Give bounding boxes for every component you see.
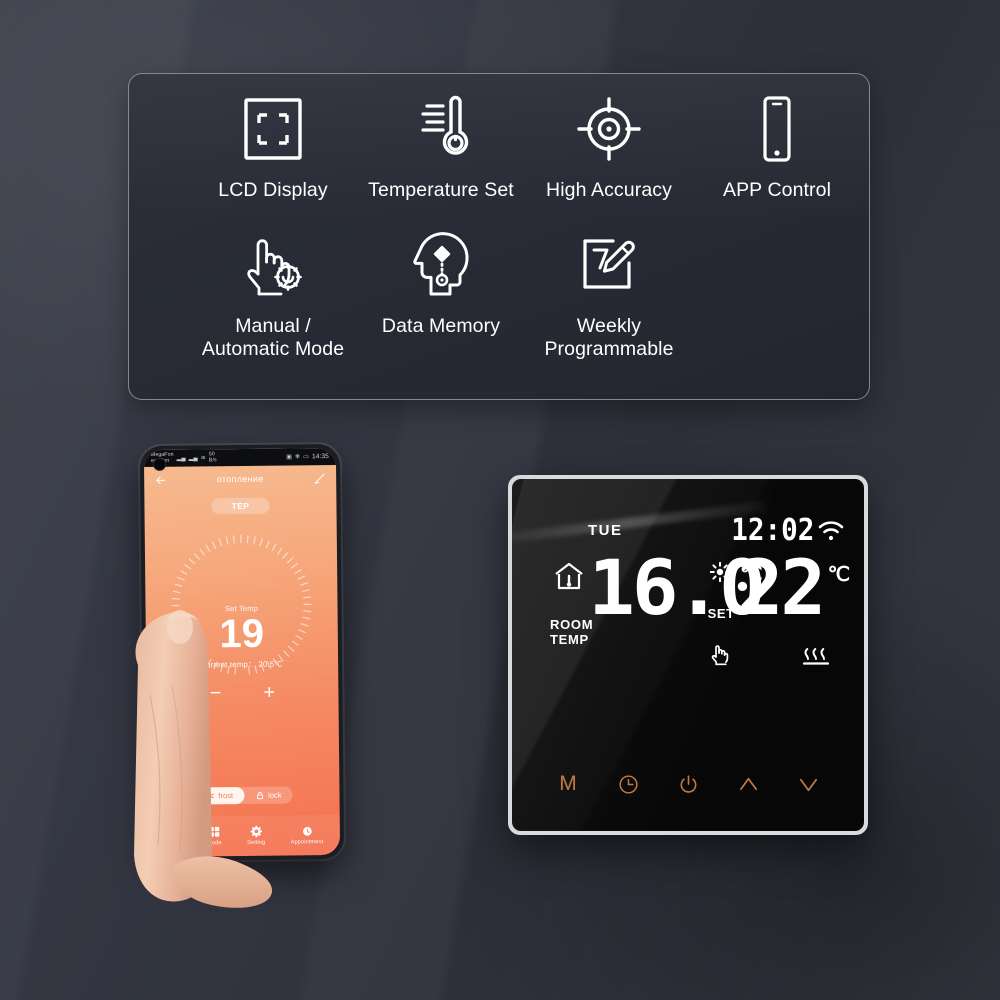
temperature-stepper[interactable]: − + (210, 681, 276, 704)
mode-m-icon[interactable]: M (551, 767, 585, 801)
hand-touch-icon (708, 642, 732, 666)
lock-mode-button[interactable]: lock (244, 786, 293, 804)
sun-icon (709, 562, 730, 583)
nav-label: Setting (247, 839, 266, 846)
back-arrow-icon[interactable] (154, 473, 167, 486)
front-camera-punch-hole (152, 457, 167, 471)
set-temp-digits: 22 (737, 543, 826, 633)
frost-mode-button[interactable]: frost (194, 786, 245, 805)
feature-row-bottom: Manual / Automatic Mode Data Memory Week… (137, 202, 861, 361)
smartphone-icon (756, 88, 798, 170)
set-temp-unit: ℃ (827, 564, 851, 587)
feature-label: Temperature Set (368, 179, 514, 201)
bluetooth-icon: ✻ (294, 454, 301, 461)
app-title: отопление (216, 473, 264, 485)
heating-waves-icon (802, 646, 832, 666)
status-bar-time: 14:35 (311, 453, 329, 461)
nav-label: Switch (164, 840, 182, 847)
smartphone-device: MegaFon egaFon ▂▄ ▂▄ ≋ 50 B/s ▣ ✻ ▭ 14:3… (139, 443, 345, 862)
nav-label: Appointment (290, 838, 324, 845)
thermostat-device: TUE 12:02 ROOM TEMP 16.0 ℃ SET 22 ℃ M (508, 475, 868, 835)
nav-item-mode[interactable]: Mode (207, 825, 222, 846)
snowflake-icon (205, 791, 214, 801)
wifi-icon (818, 520, 844, 542)
sim-icon: ▣ (286, 454, 293, 461)
head-memory-icon (411, 224, 471, 306)
clock-and-wifi: 12:02 (724, 516, 844, 546)
mode-pill-group[interactable]: frost lock (194, 786, 293, 805)
thermometer-icon (413, 88, 469, 170)
feature-panel: LCD Display Temperature Set High Accurac… (128, 73, 870, 400)
power-icon (167, 825, 180, 838)
day-of-week: TUE (588, 522, 623, 540)
power-icon[interactable] (671, 767, 705, 801)
chevron-up-icon[interactable] (731, 767, 765, 801)
alarm-clock-icon (300, 824, 313, 837)
temperature-dial[interactable]: Set Temp 19 current temp： 20.5℃ − + (145, 513, 340, 788)
lcd-main-row: ROOM TEMP 16.0 ℃ SET 22 ℃ (512, 550, 864, 739)
chevron-down-icon[interactable] (791, 767, 825, 801)
feature-label: APP Control (722, 179, 832, 201)
thermostat-glass-face: TUE 12:02 ROOM TEMP 16.0 ℃ SET 22 ℃ M (512, 479, 864, 831)
feature-high-accuracy: High Accuracy (525, 88, 693, 202)
calendar-pencil-icon (577, 224, 641, 306)
feature-weekly-programmable: Weekly Programmable (525, 224, 693, 361)
phone-screen: MegaFon egaFon ▂▄ ▂▄ ≋ 50 B/s ▣ ✻ ▭ 14:3… (143, 448, 341, 857)
app-bottom-nav[interactable]: Switch Mode Setting Appointment (147, 814, 341, 857)
app-header: отопление (144, 465, 336, 493)
increase-temp-button[interactable]: + (263, 681, 275, 703)
feature-temperature-set: Temperature Set (357, 88, 525, 202)
phone-with-hand: MegaFon egaFon ▂▄ ▂▄ ≋ 50 B/s ▣ ✻ ▭ 14:3… (120, 443, 400, 915)
network-rate-unit: B/s (208, 456, 217, 463)
crosshair-target-icon (576, 88, 642, 170)
feature-label: High Accuracy (546, 179, 672, 201)
feature-label: Weekly Programmable (544, 315, 674, 360)
lock-icon (255, 791, 264, 800)
feature-label: LCD Display (218, 179, 328, 201)
phone-status-bar: MegaFon egaFon ▂▄ ▂▄ ≋ 50 B/s ▣ ✻ ▭ 14:3… (143, 448, 337, 468)
lcd-set-temp-section: SET 22 ℃ (706, 550, 864, 739)
frost-label: frost (218, 791, 234, 801)
current-temp-readout: current temp： 20.5℃ (201, 659, 283, 670)
lcd-room-temp-section: ROOM TEMP 16.0 ℃ (512, 550, 766, 739)
nav-item-setting[interactable]: Setting (247, 824, 265, 845)
clock-icon[interactable] (611, 767, 645, 801)
wifi-status-icon: ≋ (200, 455, 206, 462)
gear-icon (250, 824, 263, 837)
grid-icon (208, 825, 221, 838)
thermostat-touch-buttons[interactable]: M (512, 767, 864, 801)
nav-label: Mode (207, 839, 222, 846)
set-temp-value: 19 (219, 611, 265, 657)
dial-readout: Set Temp 19 current temp： 20.5℃ (201, 604, 283, 670)
status-bar-right: ▣ ✻ ▭ 14:35 (286, 453, 329, 460)
feature-app-control: APP Control (693, 88, 861, 202)
hand-gear-icon (238, 224, 308, 306)
battery-icon: ▭ (303, 454, 309, 461)
feature-data-memory: Data Memory (357, 224, 525, 361)
lock-label: lock (268, 790, 282, 800)
feature-manual-automatic-mode: Manual / Automatic Mode (189, 224, 357, 361)
nav-item-switch[interactable]: Switch (165, 825, 182, 846)
feature-row-top: LCD Display Temperature Set High Accurac… (137, 88, 861, 202)
network-rate: 50 B/s (208, 451, 217, 463)
lcd-display-icon (242, 88, 304, 170)
room-temp-label: ROOM TEMP (550, 617, 594, 647)
clock-value: 12:02 (730, 513, 814, 549)
house-thermometer-icon (554, 562, 584, 590)
signal-bars-icon-2: ▂▄ (188, 455, 198, 462)
set-temp-label: Set Temp (224, 604, 259, 614)
feature-lcd-display: LCD Display (189, 88, 357, 202)
set-label: SET (707, 606, 735, 622)
decrease-temp-button[interactable]: − (210, 682, 222, 704)
device-name-pill[interactable]: TEP (211, 497, 270, 515)
edit-pencil-icon[interactable] (313, 472, 326, 485)
nav-item-appointment[interactable]: Appointment (290, 824, 324, 845)
signal-bars-icon-1: ▂▄ (176, 455, 186, 462)
lcd-screen: TUE 12:02 ROOM TEMP 16.0 ℃ SET 22 ℃ (512, 516, 864, 739)
feature-label: Manual / Automatic Mode (201, 315, 345, 360)
feature-label: Data Memory (381, 315, 501, 337)
